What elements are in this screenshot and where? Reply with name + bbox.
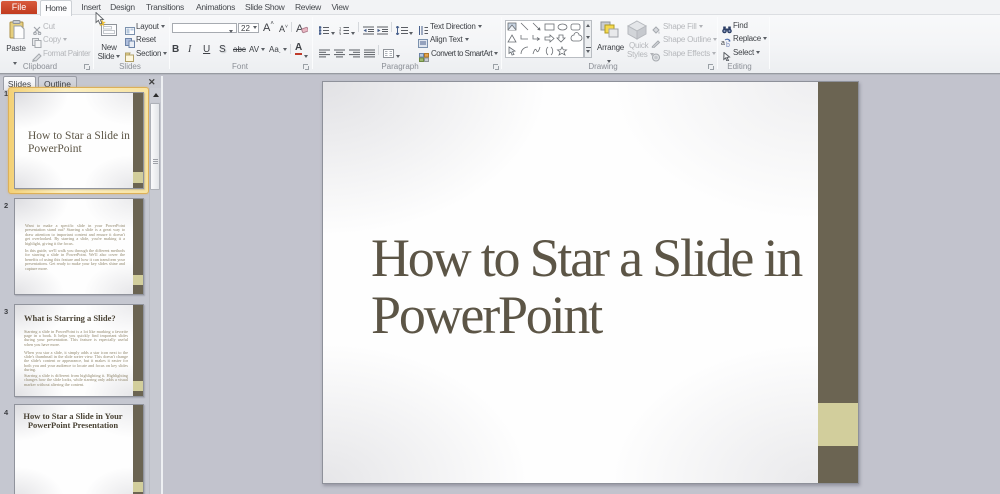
svg-text:3: 3: [339, 32, 342, 36]
svg-text:a: a: [721, 40, 725, 47]
svg-text:b: b: [726, 42, 730, 47]
